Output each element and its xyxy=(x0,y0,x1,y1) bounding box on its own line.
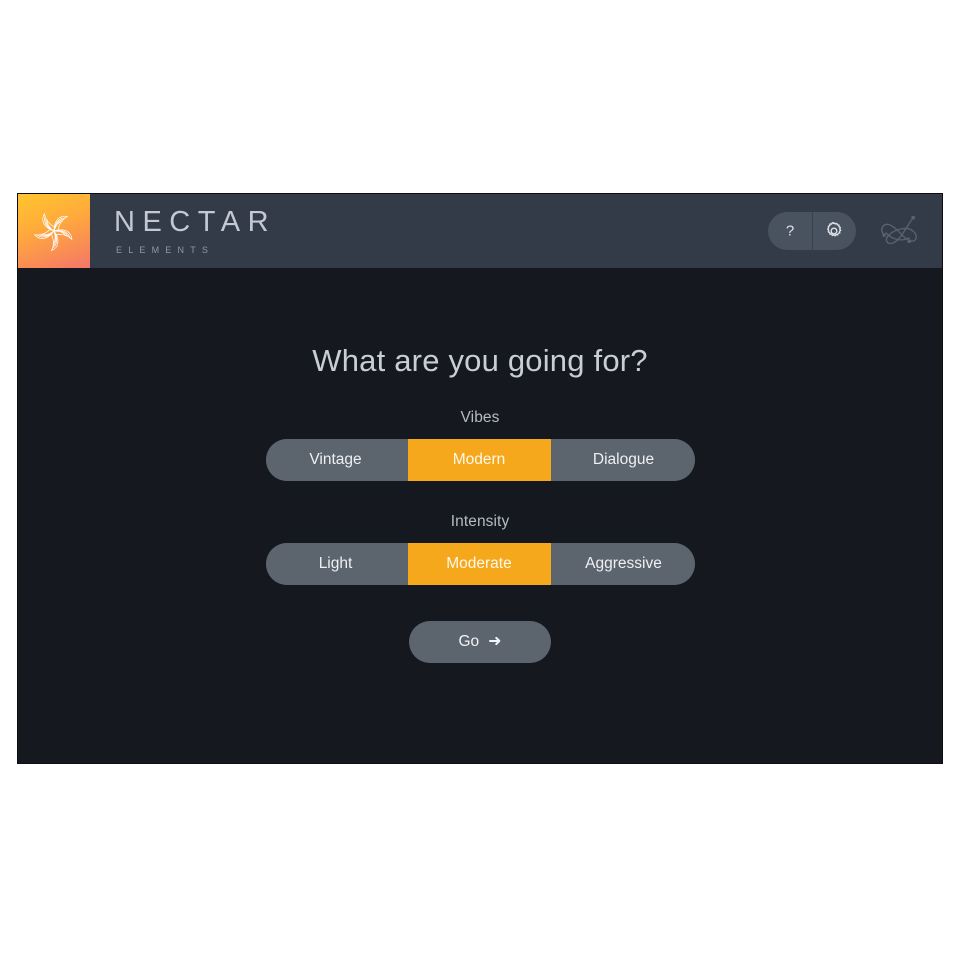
go-button[interactable]: Go ➜ xyxy=(409,621,551,663)
intensity-segmented-control[interactable]: Light Moderate Aggressive xyxy=(265,543,695,585)
brand-wordmark: NECTAR ELEMENTS xyxy=(90,194,276,268)
nectar-pinwheel-logo xyxy=(18,194,90,268)
segment-light[interactable]: Light xyxy=(265,543,408,585)
go-row: Go ➜ xyxy=(18,621,942,663)
arrow-right-icon: ➜ xyxy=(488,633,502,650)
header-icon-pill: ? xyxy=(768,212,856,250)
settings-button[interactable] xyxy=(812,212,856,250)
go-button-label: Go xyxy=(458,633,480,650)
segment-moderate[interactable]: Moderate xyxy=(407,543,551,585)
intensity-label: Intensity xyxy=(450,513,510,530)
question-mark-icon: ? xyxy=(786,223,794,240)
segment-dialogue[interactable]: Dialogue xyxy=(550,439,695,481)
plugin-window: NECTAR ELEMENTS ? What are you going for… xyxy=(18,194,942,763)
segment-aggressive[interactable]: Aggressive xyxy=(550,543,695,585)
segment-modern[interactable]: Modern xyxy=(407,439,551,481)
scribble-waveform-mark xyxy=(870,207,926,255)
intensity-group: Intensity Light Moderate Aggressive xyxy=(18,513,942,585)
brand-name: NECTAR xyxy=(114,205,277,238)
vibes-group: Vibes Vintage Modern Dialogue xyxy=(18,409,942,481)
header-actions: ? xyxy=(768,194,942,268)
segment-vintage[interactable]: Vintage xyxy=(265,439,408,481)
help-button[interactable]: ? xyxy=(768,212,812,250)
page-title: What are you going for? xyxy=(312,343,648,378)
vibes-segmented-control[interactable]: Vintage Modern Dialogue xyxy=(265,439,695,481)
gear-icon xyxy=(826,221,842,237)
header-bar: NECTAR ELEMENTS ? xyxy=(18,194,942,268)
panel-body: What are you going for? Vibes Vintage Mo… xyxy=(18,268,942,763)
vibes-label: Vibes xyxy=(460,409,500,426)
svg-text:?: ? xyxy=(786,223,794,240)
brand-subtitle: ELEMENTS xyxy=(116,244,215,255)
